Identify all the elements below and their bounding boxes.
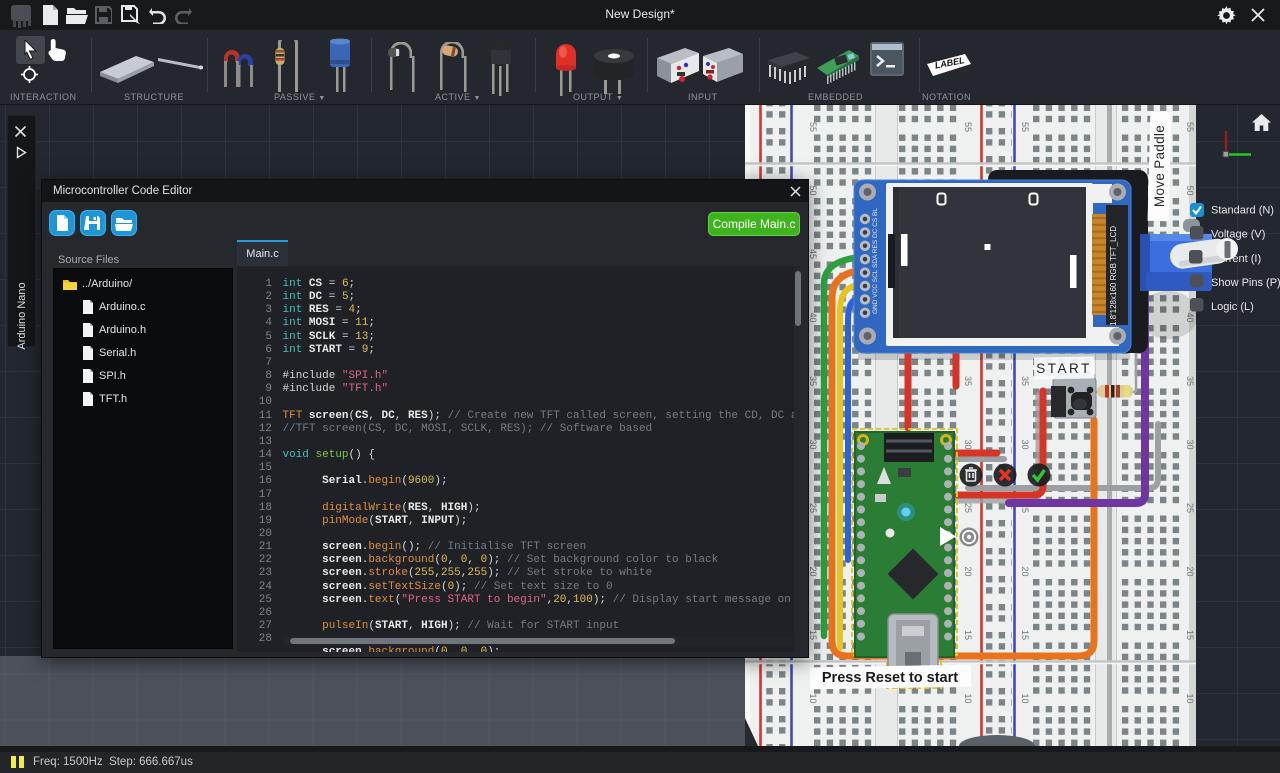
svg-text:35: 35 [1185,376,1195,386]
svg-text:45: 45 [808,249,818,259]
svg-text:50: 50 [1185,185,1195,195]
svg-text:50: 50 [808,185,818,195]
svg-text:Voltage (V): Voltage (V) [1211,229,1265,241]
svg-text:55: 55 [963,122,973,132]
svg-text:35: 35 [808,376,818,386]
svg-text:Press Reset to start: Press Reset to start [822,670,958,686]
svg-text:15: 15 [1020,630,1030,640]
svg-text:25: 25 [1185,503,1195,513]
svg-text:30: 30 [963,439,973,449]
svg-text:1.8'128x160 RGB TFT_LCD: 1.8'128x160 RGB TFT_LCD [1109,226,1118,326]
svg-text:30: 30 [1020,439,1030,449]
svg-text:30: 30 [1185,439,1195,449]
svg-text:20: 20 [963,566,973,576]
svg-text:Logic (L): Logic (L) [1211,301,1254,313]
svg-text:30: 30 [808,439,818,449]
svg-text:10: 10 [1020,693,1030,703]
svg-text:10: 10 [1185,693,1195,703]
svg-text:GND VCC SCL SDA RES DC CS BL: GND VCC SCL SDA RES DC CS BL [872,208,879,314]
svg-text:15: 15 [1185,630,1195,640]
svg-text:START: START [1036,361,1092,376]
svg-text:20: 20 [1020,566,1030,576]
svg-text:35: 35 [1020,376,1030,386]
svg-text:55: 55 [808,122,818,132]
svg-text:40: 40 [808,312,818,322]
svg-text:20: 20 [808,566,818,576]
svg-text:20: 20 [1185,566,1195,576]
svg-text:15: 15 [808,630,818,640]
svg-text:10: 10 [808,693,818,703]
svg-text:25: 25 [963,503,973,513]
svg-text:Show Pins (P): Show Pins (P) [1211,277,1280,289]
svg-text:10: 10 [963,693,973,703]
svg-text:35: 35 [963,376,973,386]
svg-text:Move Paddle: Move Paddle [1152,125,1167,207]
svg-text:25: 25 [808,503,818,513]
svg-text:55: 55 [1185,122,1195,132]
svg-text:15: 15 [963,630,973,640]
svg-text:55: 55 [1020,122,1030,132]
svg-text:Standard (N): Standard (N) [1211,205,1274,217]
